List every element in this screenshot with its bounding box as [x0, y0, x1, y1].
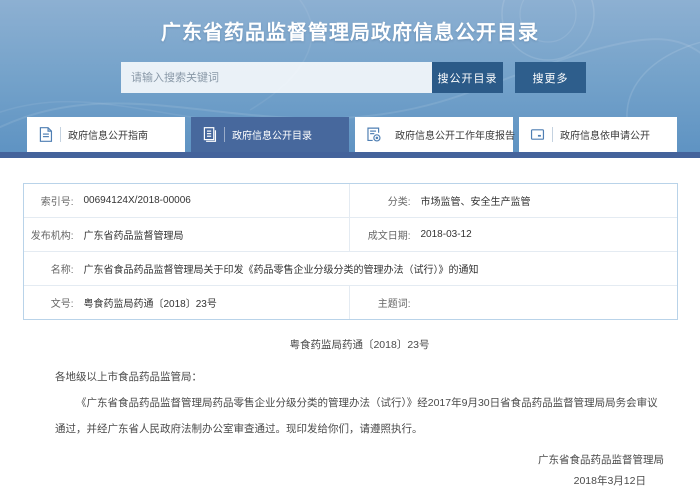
tab-gov-info-catalog[interactable]: 政府信息公开目录 — [191, 117, 349, 152]
document-reference-number: 粤食药监局药通〔2018〕23号 — [55, 332, 664, 358]
publisher-label: 发布机构: — [24, 217, 84, 251]
name-value: 广东省食品药品监督管理局关于印发《药品零售企业分级分类的管理办法（试行）》的通知 — [84, 251, 677, 285]
application-form-icon — [529, 126, 546, 143]
tab-bar: 政府信息公开指南 政府信息公开目录 政府信息公开工作年度报告 — [27, 117, 677, 152]
signature-organization: 广东省食品药品监督管理局 — [55, 450, 664, 471]
category-label: 分类: — [349, 184, 421, 217]
doc-number-label: 文号: — [24, 285, 84, 319]
search-bar: 搜公开目录 搜更多 — [121, 62, 586, 93]
tab-label: 政府信息公开指南 — [68, 127, 148, 142]
tab-underline-bar — [0, 152, 700, 158]
tab-label: 政府信息依申请公开 — [560, 127, 650, 142]
signature-date: 2018年3月12日 — [55, 471, 664, 492]
category-value: 市场监管、安全生产监管 — [421, 184, 677, 217]
tab-label: 政府信息公开工作年度报告 — [395, 127, 515, 142]
index-number-label: 索引号: — [24, 184, 84, 217]
document-stack-icon — [201, 126, 218, 143]
search-catalog-button[interactable]: 搜公开目录 — [432, 62, 503, 93]
tab-annual-report[interactable]: 政府信息公开工作年度报告 — [355, 117, 513, 152]
issue-date-label: 成文日期: — [349, 217, 421, 251]
document-info-table: 索引号: 00694124X/2018-00006 分类: 市场监管、安全生产监… — [23, 183, 678, 320]
document-icon — [37, 126, 54, 143]
tab-divider — [552, 127, 553, 142]
page: 广东省药品监督管理局政府信息公开目录 搜公开目录 搜更多 政府信息公开指南 — [0, 0, 700, 466]
search-more-button[interactable]: 搜更多 — [515, 62, 586, 93]
index-number-value: 00694124X/2018-00006 — [84, 184, 349, 217]
tab-disclosure-on-request[interactable]: 政府信息依申请公开 — [519, 117, 677, 152]
tab-label: 政府信息公开目录 — [232, 127, 312, 142]
publisher-value: 广东省药品监督管理局 — [84, 217, 349, 251]
document-body: 粤食药监局药通〔2018〕23号 各地级以上市食品药品监管局： 《广东省食品药品… — [0, 332, 700, 492]
name-label: 名称: — [24, 251, 84, 285]
subject-value — [421, 285, 677, 319]
doc-number-value: 粤食药监局药通〔2018〕23号 — [84, 285, 349, 319]
subject-label: 主题词: — [349, 285, 421, 319]
tab-divider — [60, 127, 61, 142]
banner: 广东省药品监督管理局政府信息公开目录 搜公开目录 搜更多 政府信息公开指南 — [0, 0, 700, 158]
tab-gov-info-guide[interactable]: 政府信息公开指南 — [27, 117, 185, 152]
search-input[interactable] — [121, 62, 432, 93]
tab-divider — [224, 127, 225, 142]
document-paragraph: 《广东省食品药品监督管理局药品零售企业分级分类的管理办法（试行）》经2017年9… — [55, 390, 664, 442]
report-clock-icon — [365, 126, 382, 143]
issue-date-value: 2018-03-12 — [421, 217, 677, 251]
page-title: 广东省药品监督管理局政府信息公开目录 — [0, 16, 700, 45]
document-salutation: 各地级以上市食品药品监管局： — [55, 364, 664, 390]
